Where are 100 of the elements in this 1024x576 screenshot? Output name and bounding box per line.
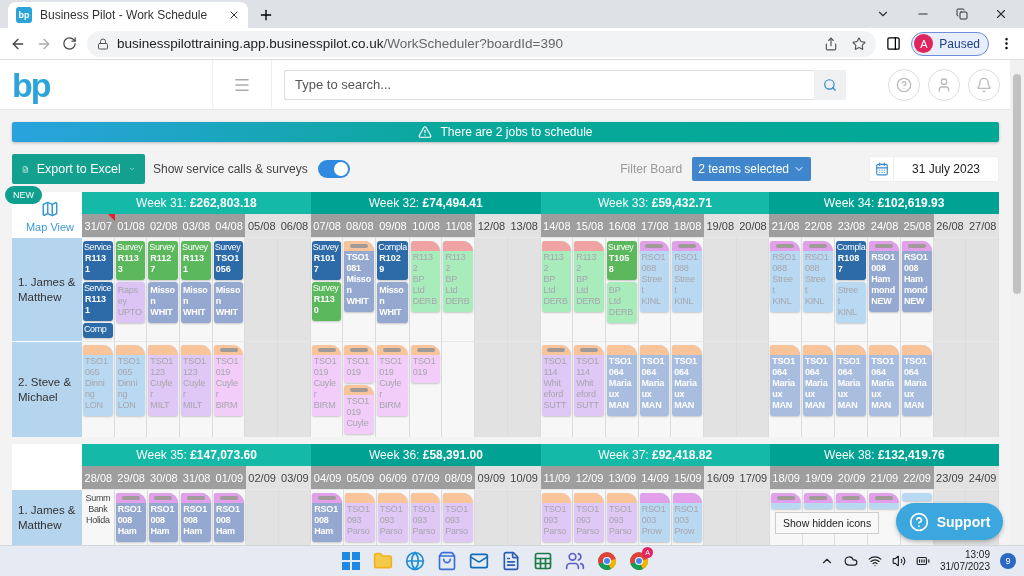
job-card[interactable]: TSO1 093 Parso <box>574 493 604 542</box>
job-card[interactable]: RSO1 008 Ham <box>181 493 211 542</box>
job-card[interactable]: R113 2 BP Ltd DERB <box>443 241 474 312</box>
app-logo[interactable]: bp <box>0 67 80 102</box>
job-card[interactable]: TSO1 064 Maria ux MAN <box>901 345 932 416</box>
job-card[interactable]: TSO1 093 Parso <box>410 493 441 542</box>
drag-handle[interactable] <box>350 388 369 392</box>
job-card[interactable]: RSO1 003 Prow <box>672 493 703 542</box>
drag-handle[interactable] <box>776 496 795 500</box>
job-card[interactable]: TSO1 065 Dinni ng LON <box>83 345 113 416</box>
drag-handle[interactable] <box>154 496 173 500</box>
support-button[interactable]: Support <box>896 503 1003 540</box>
search-button[interactable] <box>814 69 846 100</box>
job-card[interactable]: R113 2 BP Ltd DERB <box>574 241 604 312</box>
drag-handle[interactable] <box>219 348 238 352</box>
job-card[interactable]: TSO1 093 Parso <box>345 493 375 542</box>
user-button[interactable] <box>928 68 960 101</box>
job-card[interactable]: Survey R101 7 <box>311 241 342 280</box>
job-card[interactable]: RSO1 003 Prow <box>639 493 670 542</box>
notifications-button[interactable] <box>968 68 1000 101</box>
drag-handle[interactable] <box>842 496 861 500</box>
job-card[interactable]: Survey R112 7 <box>148 241 179 280</box>
drag-handle[interactable] <box>907 244 926 248</box>
job-card[interactable]: TSO1 019 Cuyle r BIRM <box>377 345 408 416</box>
drag-handle[interactable] <box>809 496 828 500</box>
profile-button[interactable]: A Paused <box>911 31 989 56</box>
drag-handle[interactable] <box>219 496 238 500</box>
job-card[interactable]: Stree t KINL <box>835 282 867 323</box>
job-card[interactable]: TSO1 064 Maria ux MAN <box>802 345 833 416</box>
job-card[interactable]: TSO1 065 Dinni ng LON <box>115 345 146 416</box>
job-card[interactable]: TSO1 114 Whit eford SUTT <box>541 345 572 416</box>
browser-icon[interactable] <box>404 550 426 572</box>
job-card[interactable]: TSO1 064 Maria ux MAN <box>770 345 800 416</box>
job-card[interactable]: TSO1 019 Cuyle <box>344 385 375 434</box>
job-card[interactable]: TSO1 064 Maria ux MAN <box>639 345 670 416</box>
job-card[interactable]: TSO1 019 <box>344 345 375 383</box>
job-card[interactable]: Comp <box>83 323 113 338</box>
job-card[interactable]: TSO1 093 Parso <box>377 493 408 542</box>
job-card[interactable]: Survey R113 3 <box>115 241 146 280</box>
job-card[interactable]: RSO1 088 Stree t KINL <box>639 241 670 312</box>
notification-badge[interactable]: 9 <box>1000 553 1016 569</box>
drag-handle[interactable] <box>121 496 140 500</box>
job-card[interactable]: RSO1 088 Stree t KINL <box>672 241 702 312</box>
clock[interactable]: 13:09 31/07/2023 <box>939 549 990 573</box>
job-card[interactable] <box>836 493 866 509</box>
drag-handle[interactable] <box>874 496 893 500</box>
drag-handle[interactable] <box>317 348 336 352</box>
drag-handle[interactable] <box>875 244 894 248</box>
windows-start-icon[interactable] <box>340 550 362 572</box>
date-field[interactable]: 31 July 2023 <box>869 156 999 182</box>
people-icon[interactable] <box>564 550 586 572</box>
export-button[interactable]: Export to Excel <box>12 154 145 184</box>
job-card[interactable]: Survey R113 1 <box>181 241 211 280</box>
job-card[interactable]: Survey TSO1 056 <box>213 241 244 280</box>
job-card[interactable]: Service R113 1 <box>83 282 113 321</box>
job-card[interactable]: RSO1 088 Stree t KINL <box>802 241 833 312</box>
drag-handle[interactable] <box>808 244 827 248</box>
drag-handle[interactable] <box>383 348 402 352</box>
drag-handle[interactable] <box>416 348 435 352</box>
job-card[interactable]: RSO1 008 Ham mond NEW <box>901 241 932 312</box>
job-card[interactable]: RSO1 008 Ham <box>214 493 244 542</box>
store-icon[interactable] <box>436 550 458 572</box>
job-card[interactable]: Compla R108 7 <box>835 241 867 280</box>
job-card[interactable]: TSO1 123 Cuyle r MILT <box>148 345 179 416</box>
drag-handle[interactable] <box>580 348 598 352</box>
drag-handle[interactable] <box>776 244 795 248</box>
job-card[interactable]: TSO1 081 Misso n WHIT <box>344 241 375 312</box>
menu-toggle[interactable] <box>212 60 272 110</box>
job-card[interactable]: TSO1 093 Parso <box>607 493 637 542</box>
job-card[interactable] <box>770 493 801 509</box>
service-calls-toggle[interactable] <box>317 160 350 178</box>
job-card[interactable]: TSO1 019 <box>410 345 441 383</box>
drag-handle[interactable] <box>547 348 566 352</box>
job-card[interactable] <box>803 493 834 509</box>
job-card[interactable]: TSO1 064 Maria ux MAN <box>869 345 899 416</box>
job-card[interactable]: Survey R113 0 <box>311 282 342 321</box>
job-card[interactable] <box>901 493 932 501</box>
teams-dropdown[interactable]: 2 teams selected <box>692 157 811 181</box>
job-card[interactable]: Service R113 1 <box>83 241 113 280</box>
job-card[interactable]: RSO1 008 Ham <box>312 493 342 542</box>
folder-icon[interactable] <box>372 550 394 572</box>
drag-handle[interactable] <box>187 496 206 500</box>
job-card[interactable] <box>869 493 899 509</box>
spreadsheet-icon[interactable] <box>532 550 554 572</box>
job-card[interactable]: TSO1 093 Parso <box>541 493 572 542</box>
job-card[interactable]: Compla R102 9 <box>377 241 408 280</box>
help-button[interactable] <box>888 68 920 101</box>
scrollbar-thumb[interactable] <box>1013 74 1021 294</box>
browser-tab[interactable]: bp Business Pilot - Work Schedule <box>8 2 248 28</box>
job-card[interactable]: TSO1 064 Maria ux MAN <box>672 345 702 416</box>
search-field[interactable]: Type to search... <box>284 69 814 100</box>
drag-handle[interactable] <box>318 496 337 500</box>
job-card[interactable]: TSO1 064 Maria ux MAN <box>606 345 637 416</box>
job-card[interactable]: TSO1 093 Parso <box>443 493 473 542</box>
job-card[interactable]: R113 2 BP Ltd DERB <box>541 241 572 312</box>
job-card[interactable]: RSO1 008 Ham mond NEW <box>869 241 899 312</box>
job-card[interactable]: TSO1 114 Whit eford SUTT <box>574 345 604 416</box>
job-card[interactable]: RSO1 088 Stree t KINL <box>770 241 800 312</box>
drag-handle[interactable] <box>350 348 369 352</box>
job-card[interactable]: TSO1 064 Maria ux MAN <box>835 345 867 416</box>
